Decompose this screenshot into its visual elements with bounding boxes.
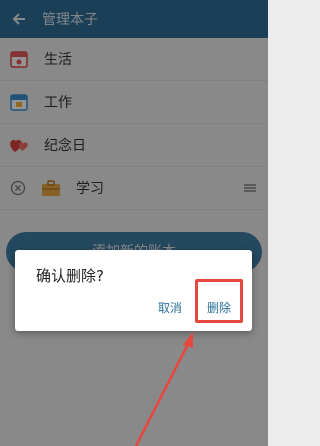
annotation-arrow-icon <box>134 332 193 446</box>
